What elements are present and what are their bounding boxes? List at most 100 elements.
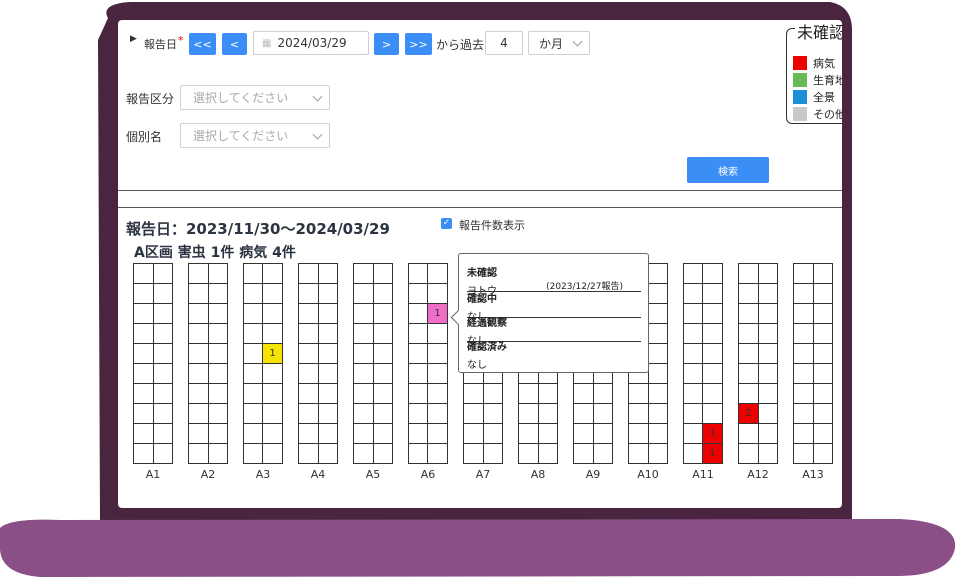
plot-cell[interactable] bbox=[353, 443, 374, 464]
plot-cell[interactable] bbox=[573, 423, 594, 444]
plot-cell[interactable] bbox=[757, 343, 779, 364]
plot-cell[interactable] bbox=[242, 283, 264, 304]
plot-cell[interactable] bbox=[407, 383, 429, 404]
plot-cell[interactable] bbox=[207, 403, 228, 424]
plot-cell[interactable] bbox=[812, 383, 833, 404]
last-period-button[interactable]: >> bbox=[405, 33, 432, 55]
plot-cell[interactable] bbox=[702, 283, 723, 304]
plot-cell[interactable] bbox=[702, 323, 723, 344]
plot-cell[interactable] bbox=[757, 323, 779, 344]
plot-cell[interactable] bbox=[738, 323, 759, 344]
plot-cell[interactable] bbox=[682, 363, 704, 384]
plot-cell[interactable] bbox=[188, 263, 209, 284]
plot-cell[interactable] bbox=[353, 303, 374, 324]
plot-cell[interactable] bbox=[647, 303, 668, 324]
plot-cell[interactable] bbox=[372, 343, 393, 364]
collapse-triangle-icon[interactable]: ▶ bbox=[130, 34, 137, 44]
plot-cell[interactable] bbox=[682, 323, 704, 344]
plot-cell[interactable] bbox=[407, 323, 429, 344]
plot-cell[interactable] bbox=[682, 423, 704, 444]
plot-cell[interactable] bbox=[372, 423, 393, 444]
plot-cell[interactable] bbox=[812, 363, 833, 384]
plot-cell[interactable] bbox=[738, 443, 759, 464]
plot-cell[interactable] bbox=[757, 403, 779, 424]
plot-cell[interactable] bbox=[372, 363, 393, 384]
plot-cell[interactable] bbox=[702, 403, 723, 424]
plot-cell[interactable] bbox=[738, 283, 759, 304]
plot-cell[interactable] bbox=[207, 303, 228, 324]
plot-cell[interactable] bbox=[353, 343, 374, 364]
plot-cell[interactable] bbox=[407, 343, 429, 364]
plot-cell[interactable] bbox=[262, 323, 283, 344]
plot-cell[interactable] bbox=[738, 423, 759, 444]
plot-cell[interactable] bbox=[207, 423, 228, 444]
plot-block-a11[interactable]: 11 bbox=[682, 263, 723, 464]
plot-cell[interactable] bbox=[133, 303, 154, 324]
plot-cell[interactable] bbox=[573, 443, 594, 464]
plot-cell[interactable] bbox=[407, 263, 429, 284]
plot-cell[interactable] bbox=[482, 383, 503, 404]
range-unit-select[interactable]: か月 bbox=[528, 31, 590, 55]
plot-cell[interactable] bbox=[152, 363, 173, 384]
plot-cell[interactable] bbox=[682, 443, 704, 464]
plot-cell-marked[interactable]: 1 bbox=[427, 303, 448, 324]
plot-cell[interactable] bbox=[647, 323, 668, 344]
plot-cell[interactable] bbox=[242, 343, 264, 364]
plot-cell[interactable] bbox=[207, 443, 228, 464]
plot-cell[interactable] bbox=[152, 323, 173, 344]
plot-cell-marked[interactable]: 1 bbox=[702, 423, 723, 444]
plot-cell[interactable] bbox=[152, 443, 173, 464]
plot-cell[interactable] bbox=[298, 323, 319, 344]
plot-cell[interactable] bbox=[738, 263, 759, 284]
plot-cell[interactable] bbox=[207, 263, 228, 284]
plot-cell[interactable] bbox=[317, 443, 338, 464]
plot-cell[interactable] bbox=[372, 263, 393, 284]
plot-cell[interactable] bbox=[188, 443, 209, 464]
plot-cell[interactable] bbox=[793, 423, 814, 444]
plot-cell[interactable] bbox=[682, 343, 704, 364]
plot-cell[interactable] bbox=[262, 423, 283, 444]
plot-cell[interactable] bbox=[188, 403, 209, 424]
plot-cell[interactable] bbox=[812, 323, 833, 344]
plot-cell[interactable] bbox=[757, 443, 779, 464]
plot-cell[interactable] bbox=[757, 263, 779, 284]
plot-cell[interactable] bbox=[738, 343, 759, 364]
plot-cell[interactable] bbox=[812, 263, 833, 284]
plot-block-a3[interactable]: 1 bbox=[242, 263, 283, 464]
plot-cell[interactable] bbox=[317, 423, 338, 444]
plot-cell[interactable] bbox=[133, 263, 154, 284]
plot-cell[interactable] bbox=[793, 343, 814, 364]
plot-cell[interactable] bbox=[188, 303, 209, 324]
plot-cell[interactable] bbox=[207, 283, 228, 304]
plot-cell[interactable] bbox=[262, 443, 283, 464]
plot-cell[interactable] bbox=[353, 423, 374, 444]
plot-cell[interactable] bbox=[207, 323, 228, 344]
plot-cell[interactable] bbox=[463, 443, 484, 464]
plot-cell[interactable] bbox=[207, 383, 228, 404]
plot-cell[interactable] bbox=[757, 303, 779, 324]
plot-cell[interactable] bbox=[242, 323, 264, 344]
plot-cell[interactable] bbox=[133, 363, 154, 384]
plot-cell[interactable] bbox=[463, 403, 484, 424]
plot-cell[interactable] bbox=[188, 323, 209, 344]
plot-cell[interactable] bbox=[133, 383, 154, 404]
plot-cell[interactable] bbox=[647, 383, 668, 404]
plot-cell[interactable] bbox=[372, 303, 393, 324]
plot-cell[interactable] bbox=[372, 283, 393, 304]
plot-cell[interactable] bbox=[702, 383, 723, 404]
plot-cell[interactable] bbox=[133, 423, 154, 444]
plot-cell[interactable] bbox=[317, 323, 338, 344]
plot-cell[interactable] bbox=[793, 283, 814, 304]
plot-cell-marked[interactable]: 2 bbox=[738, 403, 759, 424]
plot-cell[interactable] bbox=[482, 443, 503, 464]
plot-cell[interactable] bbox=[427, 363, 448, 384]
plot-cell[interactable] bbox=[317, 403, 338, 424]
plot-cell[interactable] bbox=[298, 263, 319, 284]
plot-cell[interactable] bbox=[407, 363, 429, 384]
plot-cell[interactable] bbox=[793, 263, 814, 284]
plot-cell[interactable] bbox=[152, 343, 173, 364]
plot-cell[interactable] bbox=[298, 443, 319, 464]
plot-cell[interactable] bbox=[298, 283, 319, 304]
plot-cell[interactable] bbox=[407, 283, 429, 304]
date-input[interactable]: ▦ 2024/03/29 bbox=[253, 31, 369, 55]
